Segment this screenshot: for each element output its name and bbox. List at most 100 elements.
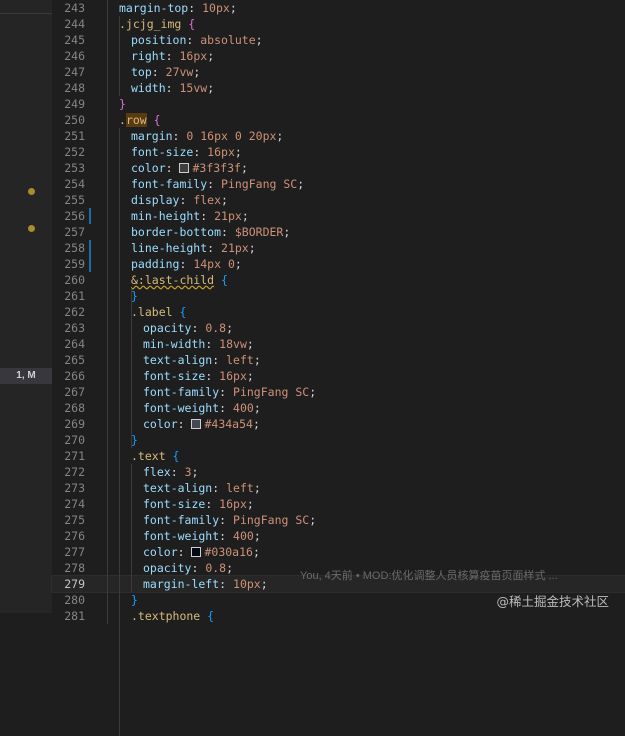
- code-line[interactable]: 246 right: 16px;: [52, 48, 625, 64]
- file-status-badge[interactable]: 1, M: [0, 368, 52, 384]
- code-line[interactable]: 254 font-family: PingFang SC;: [52, 176, 625, 192]
- line-number: 247: [64, 65, 85, 79]
- code-text: .jcjg_img {: [119, 17, 196, 31]
- modified-line-marker[interactable]: [89, 256, 91, 272]
- code-line[interactable]: 255 display: flex;: [52, 192, 625, 208]
- code-line[interactable]: 267 font-family: PingFang SC;: [52, 384, 625, 400]
- line-number: 259: [64, 257, 85, 271]
- line-number: 249: [64, 97, 85, 111]
- code-text: &:last-child {: [131, 273, 228, 287]
- code-line[interactable]: 277 color: #030a16;: [52, 544, 625, 560]
- code-editor[interactable]: 243 margin-top: 10px; 244 .jcjg_img { 245 pos…: [51, 0, 625, 736]
- code-line[interactable]: 265 text-align: left;: [52, 352, 625, 368]
- change-dot-icon: [28, 188, 35, 195]
- change-dot-icon: [28, 225, 35, 232]
- code-text: }: [131, 433, 138, 447]
- code-line[interactable]: 266 font-size: 16px;: [52, 368, 625, 384]
- line-number: 272: [64, 465, 85, 479]
- code-line[interactable]: 275 font-family: PingFang SC;: [52, 512, 625, 528]
- code-line[interactable]: 245 position: absolute;: [52, 32, 625, 48]
- line-number: 252: [64, 145, 85, 159]
- line-number: 275: [64, 513, 85, 527]
- code-text: color: #3f3f3f;: [131, 161, 248, 175]
- code-text: padding: 14px 0;: [131, 257, 242, 271]
- line-number: 265: [64, 353, 85, 367]
- line-number: 280: [64, 593, 85, 607]
- code-line[interactable]: 249}: [52, 96, 625, 112]
- code-line[interactable]: 247 top: 27vw;: [52, 64, 625, 80]
- color-swatch[interactable]: [191, 547, 202, 557]
- code-text: color: #434a54;: [143, 417, 260, 431]
- code-line[interactable]: 261}: [52, 288, 625, 304]
- code-line[interactable]: 268 font-weight: 400;: [52, 400, 625, 416]
- code-text: opacity: 0.8;: [143, 321, 234, 335]
- line-number: 261: [64, 289, 85, 303]
- code-line[interactable]: 259 padding: 14px 0;: [52, 256, 625, 272]
- code-line[interactable]: 250 .row {: [52, 112, 625, 128]
- code-line[interactable]: 276 font-weight: 400;: [52, 528, 625, 544]
- code-line[interactable]: 256 min-height: 21px;: [52, 208, 625, 224]
- code-text: position: absolute;: [131, 33, 263, 47]
- code-text: font-size: 16px;: [131, 145, 242, 159]
- code-line[interactable]: 248 width: 15vw;: [52, 80, 625, 96]
- code-text: opacity: 0.8;: [143, 561, 234, 575]
- code-text: font-size: 16px;: [143, 369, 254, 383]
- line-number: 255: [64, 193, 85, 207]
- code-line[interactable]: 264 min-width: 18vw;: [52, 336, 625, 352]
- line-number: 279: [64, 577, 85, 591]
- code-text: font-size: 16px;: [143, 497, 254, 511]
- line-number: 271: [64, 449, 85, 463]
- code-text: right: 16px;: [131, 49, 215, 63]
- line-number: 277: [64, 545, 85, 559]
- code-text: text-align: left;: [143, 481, 261, 495]
- line-number: 245: [64, 33, 85, 47]
- code-text: }: [131, 593, 138, 607]
- indent-guide: [119, 16, 120, 96]
- watermark: @稀土掘金技术社区: [496, 594, 609, 609]
- line-number: 260: [64, 273, 85, 287]
- code-line[interactable]: 270}: [52, 432, 625, 448]
- code-line[interactable]: 252 font-size: 16px;: [52, 144, 625, 160]
- code-line[interactable]: 271 .text {: [52, 448, 625, 464]
- line-number: 258: [64, 241, 85, 255]
- code-line[interactable]: 251 margin: 0 16px 0 20px;: [52, 128, 625, 144]
- line-number: 257: [64, 225, 85, 239]
- line-number: 250: [64, 113, 85, 127]
- line-number: 243: [64, 1, 85, 15]
- line-number: 270: [64, 433, 85, 447]
- code-text: top: 27vw;: [131, 65, 201, 79]
- code-line[interactable]: 263 opacity: 0.8;: [52, 320, 625, 336]
- code-text: margin: 0 16px 0 20px;: [131, 129, 284, 143]
- indent-guide: [119, 128, 120, 736]
- indent-guide: [107, 0, 108, 624]
- color-swatch[interactable]: [191, 419, 202, 429]
- code-text: border-bottom: $BORDER;: [131, 225, 291, 239]
- code-line[interactable]: 274 font-size: 16px;: [52, 496, 625, 512]
- color-swatch[interactable]: [179, 163, 190, 173]
- sidebar-divider: [0, 13, 52, 14]
- code-line[interactable]: 258 line-height: 21px;: [52, 240, 625, 256]
- code-line[interactable]: 257 border-bottom: $BORDER;: [52, 224, 625, 240]
- code-line[interactable]: 260 &:last-child {: [52, 272, 625, 288]
- code-text: }: [119, 97, 126, 111]
- line-number: 244: [64, 17, 85, 31]
- code-text: font-weight: 400;: [143, 529, 261, 543]
- code-line[interactable]: 244 .jcjg_img {: [52, 16, 625, 32]
- code-line[interactable]: 262 .label {: [52, 304, 625, 320]
- line-number: 248: [64, 81, 85, 95]
- code-line[interactable]: 243 margin-top: 10px;: [52, 0, 625, 16]
- indent-guide: [131, 464, 132, 592]
- line-number: 254: [64, 177, 85, 191]
- code-line[interactable]: 272 flex: 3;: [52, 464, 625, 480]
- code-text: min-width: 18vw;: [143, 337, 254, 351]
- code-line[interactable]: 269 color: #434a54;: [52, 416, 625, 432]
- code-line[interactable]: 253 color: #3f3f3f;: [52, 160, 625, 176]
- git-blame-annotation: You, 4天前 • MOD:优化调整人员核算疫苗页面样式 ...: [300, 570, 558, 582]
- code-line[interactable]: 273 text-align: left;: [52, 480, 625, 496]
- line-number: 266: [64, 369, 85, 383]
- line-number: 253: [64, 161, 85, 175]
- modified-line-marker[interactable]: [89, 240, 91, 256]
- modified-line-marker[interactable]: [89, 208, 91, 224]
- line-number: 264: [64, 337, 85, 351]
- code-text: color: #030a16;: [143, 545, 260, 559]
